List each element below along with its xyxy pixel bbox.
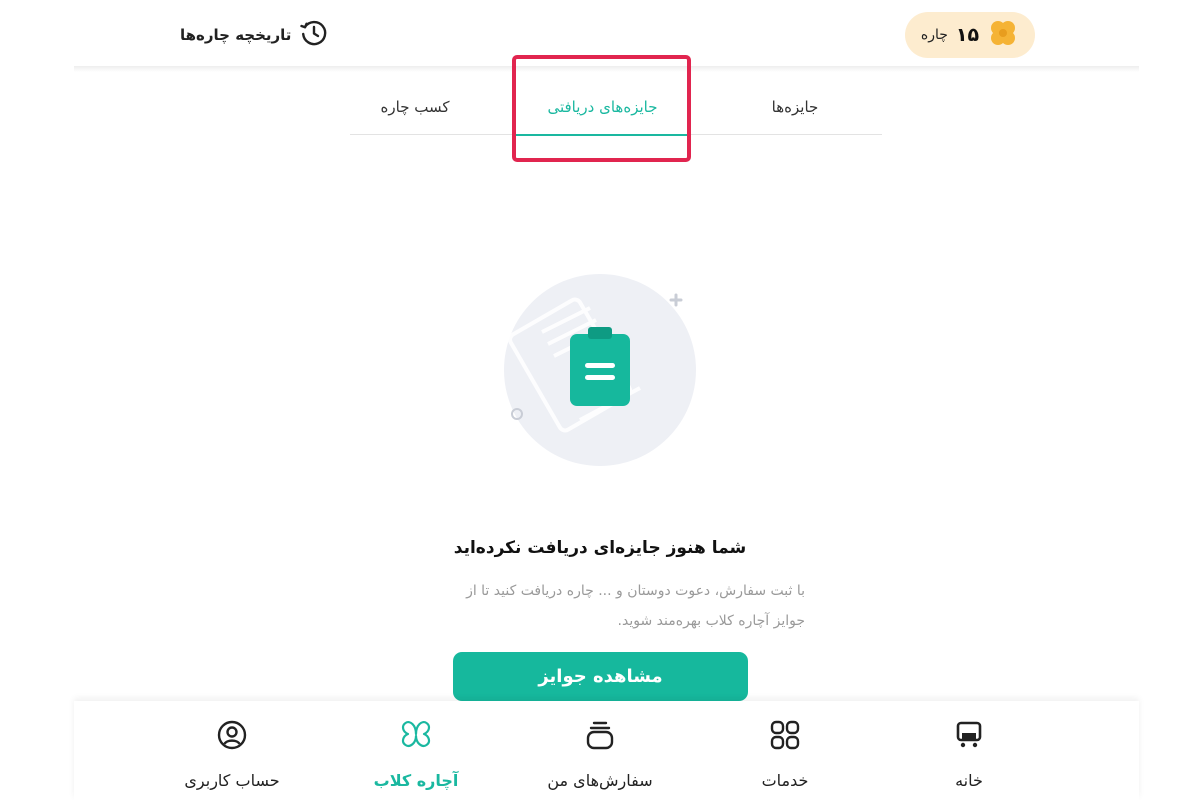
history-clock-icon [299,18,329,52]
grid-icon [765,715,805,755]
history-label: تاریخچه چاره‌ها [180,26,292,44]
nav-services-label: خدمات [761,771,809,790]
balance-pill[interactable]: چاره ۱۵ [905,12,1035,58]
tab-rewards[interactable]: جایزه‌ها [730,78,860,135]
nav-home[interactable]: خانه [894,701,1044,800]
home-icon [949,715,989,755]
nav-account[interactable]: حساب کاربری [157,701,307,800]
highlight-annotation-box [512,55,691,162]
nav-my-orders[interactable]: سفارش‌های من [525,701,675,800]
history-button[interactable]: تاریخچه چاره‌ها [180,18,329,52]
tab-earn-chare[interactable]: کسب چاره [350,78,480,135]
nav-services[interactable]: خدمات [710,701,860,800]
empty-state-description: با ثبت سفارش، دعوت دوستان و ... چاره دری… [466,583,805,629]
balance-value: ۱۵ [955,24,980,46]
user-circle-icon [212,715,252,755]
balance-unit: چاره [920,27,948,43]
nav-achare-club[interactable]: آچاره کلاب [341,701,491,800]
clover-coin-icon [987,17,1019,53]
clover-icon [396,715,436,755]
bottom-navigation: حساب کاربری آچاره کلاب سفارش‌های من [74,701,1139,800]
nav-achare-club-label: آچاره کلاب [373,771,459,790]
nav-account-label: حساب کاربری [184,771,280,790]
nav-home-label: خانه [955,771,983,790]
empty-clipboard-illustration [490,270,720,480]
nav-my-orders-label: سفارش‌های من [547,771,653,790]
orders-icon [580,715,620,755]
empty-state-title: شما هنوز جایزه‌ای دریافت نکرده‌اید [453,538,747,558]
view-rewards-button[interactable]: مشاهده جوایز [453,652,748,701]
